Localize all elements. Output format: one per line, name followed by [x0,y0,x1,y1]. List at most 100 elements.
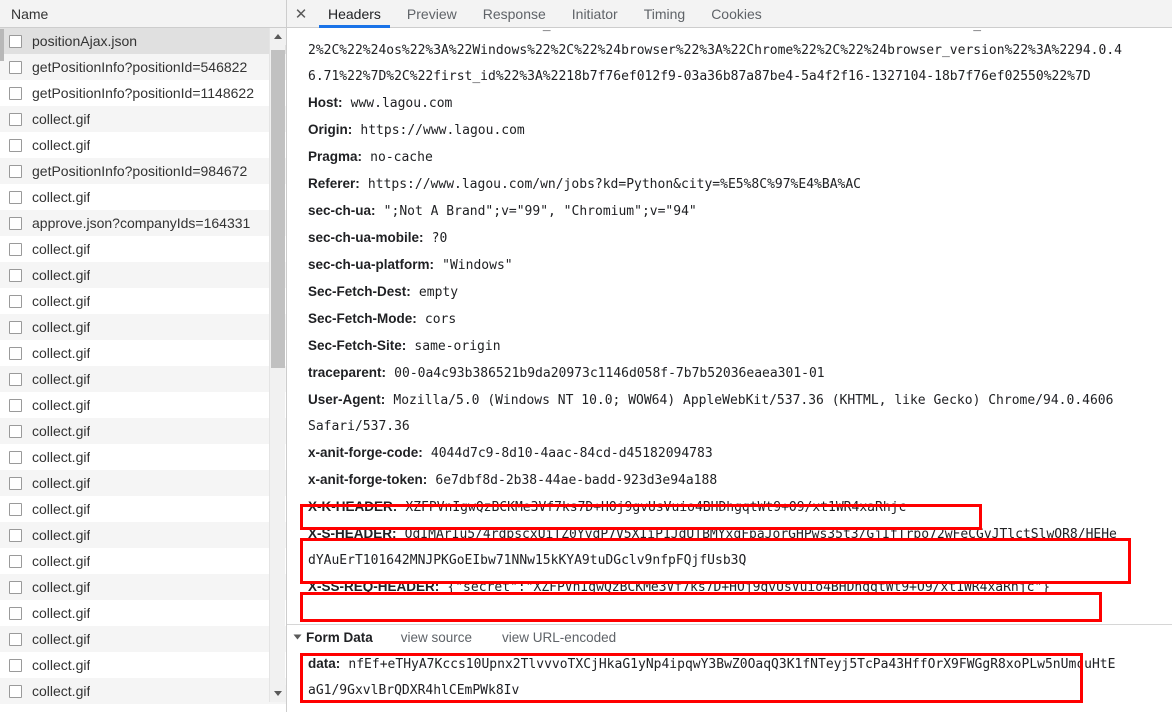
tab-headers[interactable]: Headers [315,0,394,28]
request-list-row[interactable]: collect.gif [0,288,286,314]
tab-initiator[interactable]: Initiator [559,0,631,27]
column-header-name[interactable]: Name [0,0,286,28]
request-row-checkbox[interactable] [9,268,22,282]
header-entry: Sec-Fetch-Site: same-origin [308,333,1172,360]
tab-initiator-label: Initiator [571,5,618,22]
request-row-checkbox[interactable] [9,658,22,672]
request-list-row[interactable]: collect.gif [0,652,286,678]
request-row-label: collect.gif [32,111,91,127]
close-icon[interactable]: ✕ [287,0,315,27]
request-row-checkbox[interactable] [9,502,22,516]
request-list-row[interactable]: getPositionInfo?positionId=1148622 [0,80,286,106]
header-entry-value: no-cache [370,150,433,165]
request-row-checkbox[interactable] [9,580,22,594]
request-row-label: collect.gif [32,579,91,595]
request-list-row[interactable]: collect.gif [0,314,286,340]
request-list-row[interactable]: collect.gif [0,496,286,522]
request-list-row[interactable]: collect.gif [0,574,286,600]
request-list-row[interactable]: collect.gif [0,418,286,444]
request-list-row[interactable]: getPositionInfo?positionId=546822 [0,54,286,80]
request-list-row[interactable]: collect.gif [0,678,286,704]
request-list-row[interactable]: collect.gif [0,392,286,418]
triangle-up-icon[interactable] [270,28,286,45]
request-row-checkbox[interactable] [9,632,22,646]
request-list-row[interactable]: collect.gif [0,340,286,366]
panel-resize-handle[interactable] [0,29,4,61]
tab-response[interactable]: Response [470,0,559,27]
request-row-checkbox[interactable] [9,320,22,334]
request-headers-section[interactable]: %AA%E5%8F%96%E5%88%B0%E5%88%BC_%E7%9D%D4… [287,28,1172,624]
request-row-checkbox[interactable] [9,346,22,360]
request-row-checkbox[interactable] [9,190,22,204]
header-entry-name: x-anit-forge-code: [308,445,423,460]
request-list-row[interactable]: collect.gif [0,106,286,132]
header-entry-value: www.lagou.com [350,96,453,111]
request-list-row[interactable]: collect.gif [0,444,286,470]
request-list-row[interactable]: collect.gif [0,184,286,210]
request-row-label: collect.gif [32,657,91,673]
request-row-checkbox[interactable] [9,606,22,620]
header-entry-value: 4044d7c9-8d10-4aac-84cd-d45182094783 [430,446,713,461]
triangle-down-icon[interactable] [293,634,302,640]
request-list-row[interactable]: positionAjax.json [0,28,286,54]
request-list[interactable]: positionAjax.json getPositionInfo?positio… [0,28,286,712]
tab-timing-label: Timing [643,5,686,22]
request-list-row[interactable]: collect.gif [0,470,286,496]
header-entry-value: cors [424,312,457,327]
tab-preview[interactable]: Preview [394,0,470,27]
request-row-label: collect.gif [32,527,91,543]
triangle-down-icon[interactable] [270,685,286,702]
request-row-checkbox[interactable] [9,242,22,256]
request-list-row[interactable]: collect.gif [0,236,286,262]
view-source-link[interactable]: view source [401,630,472,645]
header-entry-value: same-origin [414,339,501,354]
request-row-label: collect.gif [32,189,91,205]
header-entry-name: Referer: [308,176,360,191]
request-row-checkbox[interactable] [9,86,22,100]
request-list-row[interactable]: getPositionInfo?positionId=984672 [0,158,286,184]
request-row-checkbox[interactable] [9,138,22,152]
request-row-label: collect.gif [32,475,91,491]
request-row-checkbox[interactable] [9,34,22,48]
request-row-checkbox[interactable] [9,450,22,464]
request-row-checkbox[interactable] [9,424,22,438]
header-entry-highlighted: X-SS-REQ-HEADER: {"secret":"XZFPVnIgwQzB… [308,574,1172,601]
form-data-title: Form Data [306,629,373,645]
request-list-row[interactable]: collect.gif [0,600,286,626]
header-entry-highlighted: dYAuErT101642MNJPKGoEIbw71NNw15kKYA9tuDG… [308,553,747,568]
tab-timing[interactable]: Timing [631,0,699,27]
form-data-header[interactable]: Form Data view source view URL-encoded [287,625,1172,649]
request-list-row[interactable]: collect.gif [0,366,286,392]
header-entry-name: User-Agent: [308,392,386,407]
request-row-checkbox[interactable] [9,60,22,74]
header-entry-highlighted: X-K-HEADER: XZFPVnIgwQzBCKMe3Vf7ks7D+HOj… [308,494,1172,521]
tab-cookies[interactable]: Cookies [698,0,775,27]
request-row-checkbox[interactable] [9,476,22,490]
request-list-row[interactable]: approve.json?companyIds=164331 [0,210,286,236]
header-entry: traceparent: 00-0a4c93b386521b9da20973c1… [308,360,1172,387]
request-list-row[interactable]: collect.gif [0,548,286,574]
request-row-checkbox[interactable] [9,684,22,698]
request-list-row[interactable]: collect.gif [0,626,286,652]
request-row-checkbox[interactable] [9,164,22,178]
header-entry-value: https://www.lagou.com/wn/jobs?kd=Python&… [367,177,862,192]
request-row-checkbox[interactable] [9,528,22,542]
request-list-row[interactable]: collect.gif [0,522,286,548]
request-row-checkbox[interactable] [9,112,22,126]
request-row-label: getPositionInfo?positionId=546822 [32,59,248,75]
request-list-row[interactable]: collect.gif [0,132,286,158]
request-row-checkbox[interactable] [9,216,22,230]
request-row-checkbox[interactable] [9,294,22,308]
request-row-label: getPositionInfo?positionId=984672 [32,163,248,179]
header-scrolled-partial-line: %AA%E5%8F%96%E5%88%B0%E5%88%BC_%E7%9D%D4… [308,28,1172,38]
request-row-checkbox[interactable] [9,372,22,386]
header-wrapped-line: 2%2C%22%24os%22%3A%22Windows%22%2C%22%24… [308,43,1122,58]
request-list-scrollbar[interactable] [269,28,286,702]
request-list-row[interactable]: collect.gif [0,262,286,288]
scrollbar-thumb[interactable] [271,50,285,368]
request-row-label: collect.gif [32,683,91,699]
request-row-label: collect.gif [32,137,91,153]
request-row-checkbox[interactable] [9,554,22,568]
request-row-checkbox[interactable] [9,398,22,412]
view-url-encoded-link[interactable]: view URL-encoded [502,630,616,645]
